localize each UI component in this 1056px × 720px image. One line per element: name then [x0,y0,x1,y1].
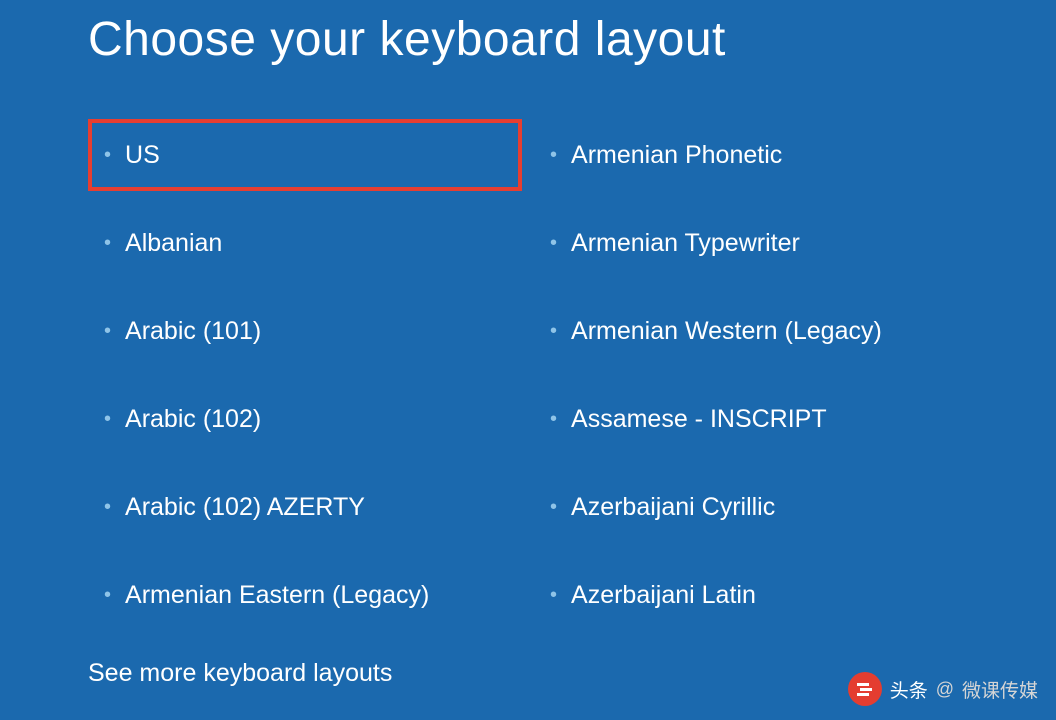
watermark: 头条 @ 微课传媒 [848,672,1038,706]
layout-option-us[interactable]: • US [88,119,522,191]
layout-option-armenian-phonetic[interactable]: • Armenian Phonetic [534,119,968,191]
layout-label: Albanian [125,229,222,258]
layout-column-right: • Armenian Phonetic • Armenian Typewrite… [534,119,968,688]
bullet-icon: • [550,409,557,429]
layout-label: US [125,141,160,170]
see-more-keyboard-layouts[interactable]: See more keyboard layouts [88,659,522,688]
bullet-icon: • [550,145,557,165]
layout-option-assamese-inscript[interactable]: • Assamese - INSCRIPT [534,383,968,455]
layout-option-armenian-eastern-legacy[interactable]: • Armenian Eastern (Legacy) [88,559,522,631]
layout-label: Armenian Typewriter [571,229,800,258]
bullet-icon: • [104,233,111,253]
layout-label: Assamese - INSCRIPT [571,405,827,434]
layout-option-armenian-typewriter[interactable]: • Armenian Typewriter [534,207,968,279]
bullet-icon: • [104,585,111,605]
bullet-icon: • [104,321,111,341]
layout-label: Arabic (101) [125,317,261,346]
bullet-icon: • [104,497,111,517]
layout-label: Armenian Phonetic [571,141,782,170]
layout-option-azerbaijani-latin[interactable]: • Azerbaijani Latin [534,559,968,631]
watermark-name-text: 微课传媒 [962,676,1038,703]
layout-label: Armenian Eastern (Legacy) [125,581,429,610]
keyboard-layout-grid: • US • Albanian • Arabic (101) • Arabic … [88,119,968,688]
layout-label: Arabic (102) AZERTY [125,493,365,522]
layout-label: Azerbaijani Cyrillic [571,493,775,522]
layout-label: Azerbaijani Latin [571,581,756,610]
layout-column-left: • US • Albanian • Arabic (101) • Arabic … [88,119,522,688]
bullet-icon: • [550,321,557,341]
watermark-at-text: @ [936,679,954,700]
layout-label: Armenian Western (Legacy) [571,317,882,346]
layout-option-arabic-102-azerty[interactable]: • Arabic (102) AZERTY [88,471,522,543]
layout-label: Arabic (102) [125,405,261,434]
layout-option-arabic-101[interactable]: • Arabic (101) [88,295,522,367]
watermark-brand-text: 头条 [890,676,928,703]
bullet-icon: • [104,145,111,165]
page-title: Choose your keyboard layout [88,12,968,67]
layout-option-albanian[interactable]: • Albanian [88,207,522,279]
bullet-icon: • [550,497,557,517]
layout-option-arabic-102[interactable]: • Arabic (102) [88,383,522,455]
layout-option-armenian-western-legacy[interactable]: • Armenian Western (Legacy) [534,295,968,367]
bullet-icon: • [104,409,111,429]
layout-option-azerbaijani-cyrillic[interactable]: • Azerbaijani Cyrillic [534,471,968,543]
bullet-icon: • [550,585,557,605]
watermark-logo-icon [848,672,882,706]
bullet-icon: • [550,233,557,253]
